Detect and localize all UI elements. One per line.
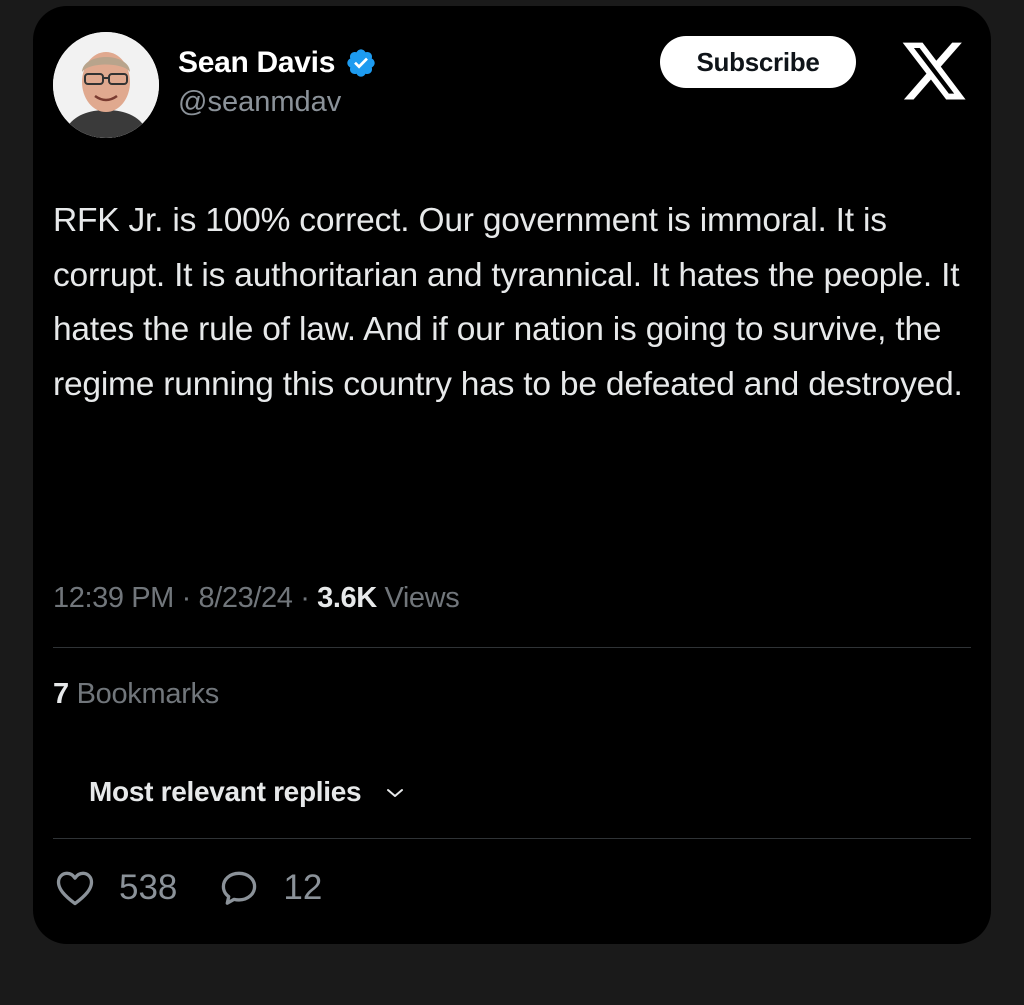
meta-separator: · <box>300 582 310 614</box>
heart-icon <box>56 871 94 906</box>
verified-badge-icon <box>345 47 377 79</box>
author-block: Sean Davis @seanmdav <box>178 46 377 119</box>
avatar[interactable] <box>53 32 159 138</box>
tweet-card: Sean Davis @seanmdav Subscribe RFK Jr. i… <box>33 6 991 944</box>
subscribe-button[interactable]: Subscribe <box>660 36 856 88</box>
divider <box>53 647 971 648</box>
bookmarks-label: Bookmarks <box>76 678 220 710</box>
views-label: Views <box>384 582 460 614</box>
chevron-down-icon <box>383 780 407 804</box>
tweet-actions: 538 12 <box>53 866 362 910</box>
replies-sort-label: Most relevant replies <box>89 776 362 807</box>
like-count: 538 <box>119 868 178 907</box>
bookmarks-stat[interactable]: 7 Bookmarks <box>53 678 219 711</box>
tweet-date[interactable]: 8/23/24 <box>199 582 293 614</box>
reply-bubble-icon <box>222 871 257 905</box>
author-handle[interactable]: @seanmdav <box>178 86 377 119</box>
reply-count: 12 <box>283 868 323 907</box>
like-button[interactable]: 538 <box>53 866 177 910</box>
tweet-text: RFK Jr. is 100% correct. Our government … <box>53 202 963 403</box>
replies-sort-dropdown[interactable]: Most relevant replies <box>89 776 407 808</box>
meta-separator: · <box>181 582 192 614</box>
bookmarks-count: 7 <box>53 678 69 710</box>
divider <box>53 838 971 839</box>
tweet-time[interactable]: 12:39 PM <box>53 582 174 614</box>
x-logo-icon[interactable] <box>899 36 969 106</box>
reply-button[interactable]: 12 <box>217 866 322 910</box>
tweet-meta: 12:39 PM · 8/23/24 · 3.6K Views <box>53 582 460 615</box>
author-name[interactable]: Sean Davis <box>178 46 335 80</box>
views-count: 3.6K <box>317 582 377 614</box>
